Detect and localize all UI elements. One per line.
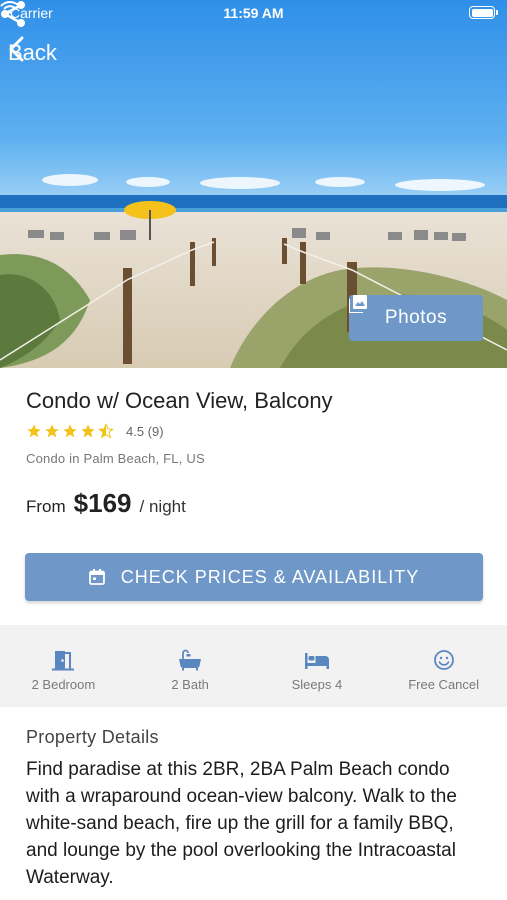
smile-icon (433, 650, 454, 670)
half-star-icon (98, 423, 114, 439)
star-icon (63, 424, 77, 438)
amenity-label: 2 Bath (171, 677, 209, 692)
listing-title: Condo w/ Ocean View, Balcony (26, 388, 333, 413)
check-prices-button[interactable]: CHECK PRICES & AVAILABILITY (25, 553, 483, 601)
rating-row: 4.5 (9) (26, 423, 164, 439)
amenity-bedrooms: 2 Bedroom (0, 625, 127, 707)
price-amount: $169 (73, 488, 132, 518)
status-time: 11:59 AM (223, 5, 284, 21)
back-button[interactable]: Back (8, 36, 57, 70)
amenity-label: Sleeps 4 (291, 677, 343, 692)
amenity-label: Free Cancel (408, 677, 480, 692)
price-unit: / night (139, 497, 186, 516)
amenities-bar: 2 Bedroom 2 Bath Sleeps 4 Free Cancel (0, 625, 507, 707)
photos-label: Photos (384, 307, 448, 328)
property-description: Find paradise at this 2BR, 2BA Palm Beac… (26, 759, 457, 888)
hero-photo[interactable]: Carrier 11:59 AM Back Photos (0, 0, 507, 368)
star-rating (26, 423, 116, 439)
bathtub-icon (179, 649, 202, 671)
photos-button[interactable]: Photos (349, 295, 483, 341)
gallery-icon (349, 295, 367, 313)
star-icon (81, 424, 95, 438)
battery-icon (469, 6, 498, 19)
price-prefix: From (26, 497, 66, 516)
chevron-left-icon (9, 36, 24, 62)
door-icon (52, 651, 75, 671)
amenity-cancel: Free Cancel (380, 625, 507, 707)
bed-icon (304, 653, 329, 669)
price-row: From $169 / night (26, 488, 186, 519)
location-text: Condo in Palm Beach, FL, US (26, 451, 205, 466)
star-icon (27, 424, 41, 438)
amenity-label: 2 Bedroom (31, 677, 96, 692)
rating-text: 4.5 (9) (126, 423, 164, 439)
amenity-sleeps: Sleeps 4 (254, 625, 381, 707)
status-bar: Carrier 11:59 AM (0, 0, 507, 28)
amenity-baths: 2 Bath (127, 625, 254, 707)
property-details-heading: Property Details (26, 727, 159, 747)
star-icon (45, 424, 59, 438)
calendar-icon (88, 569, 105, 585)
check-prices-label: CHECK PRICES & AVAILABILITY (120, 566, 420, 587)
share-icon[interactable] (0, 0, 26, 28)
